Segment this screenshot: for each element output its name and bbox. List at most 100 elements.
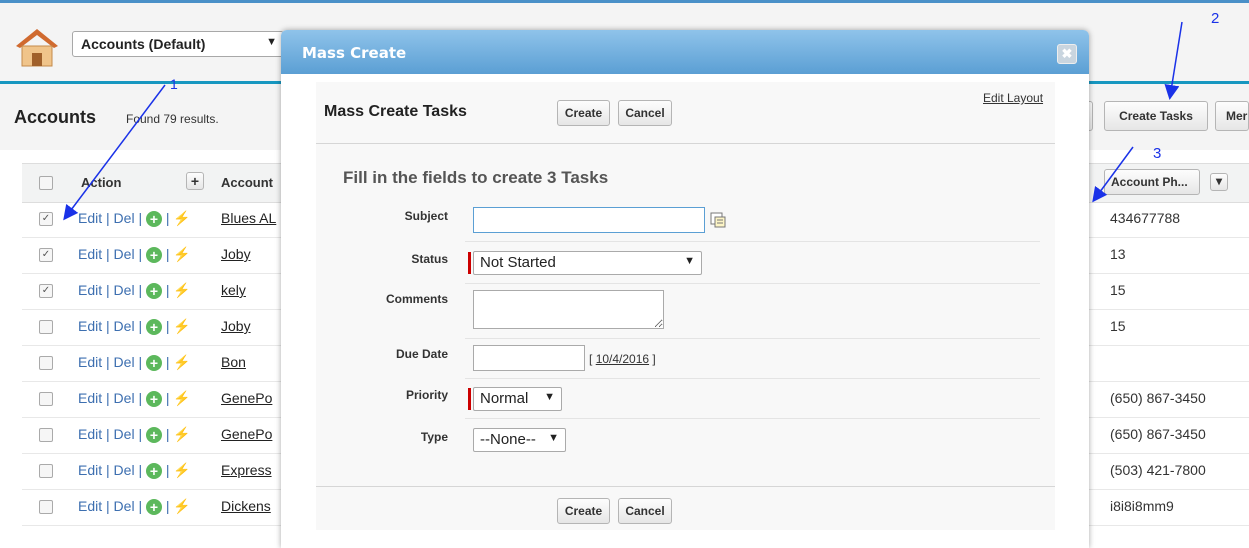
delete-link[interactable]: Del bbox=[114, 210, 135, 226]
create-tasks-button[interactable]: Create Tasks bbox=[1104, 101, 1208, 131]
due-date-input[interactable] bbox=[473, 345, 585, 371]
create-button-bottom[interactable]: Create bbox=[557, 498, 610, 524]
edit-link[interactable]: Edit bbox=[78, 390, 102, 406]
row-actions: Edit | Del | + | ⚡ bbox=[78, 462, 191, 480]
account-name-link[interactable]: Joby bbox=[221, 246, 251, 262]
edit-link[interactable]: Edit bbox=[78, 426, 102, 442]
chevron-down-icon: ▼ bbox=[548, 432, 559, 444]
column-menu-icon[interactable]: ▾ bbox=[1210, 173, 1228, 191]
add-circle-icon[interactable]: + bbox=[145, 283, 162, 300]
create-button-top[interactable]: Create bbox=[557, 100, 610, 126]
delete-link[interactable]: Del bbox=[114, 354, 135, 370]
account-name-link[interactable]: Express bbox=[221, 462, 272, 478]
section-divider bbox=[316, 143, 1055, 144]
add-column-icon[interactable]: + bbox=[186, 172, 204, 190]
row-actions: Edit | Del | + | ⚡ bbox=[78, 426, 191, 444]
row-actions: Edit | Del | + | ⚡ bbox=[78, 318, 191, 336]
row-checkbox[interactable] bbox=[39, 356, 53, 370]
edit-link[interactable]: Edit bbox=[78, 354, 102, 370]
add-circle-icon[interactable]: + bbox=[145, 247, 162, 264]
lightning-icon[interactable]: ⚡ bbox=[173, 354, 190, 370]
type-select[interactable]: --None-- ▼ bbox=[473, 428, 566, 452]
lightning-icon[interactable]: ⚡ bbox=[173, 210, 190, 226]
add-circle-icon[interactable]: + bbox=[145, 499, 162, 516]
lightning-icon[interactable]: ⚡ bbox=[173, 246, 190, 262]
chevron-down-icon: ▼ bbox=[544, 391, 555, 403]
account-name-link[interactable]: GenePo bbox=[221, 390, 272, 406]
lightning-icon[interactable]: ⚡ bbox=[173, 498, 190, 514]
add-circle-icon[interactable]: + bbox=[145, 427, 162, 444]
lightning-icon[interactable]: ⚡ bbox=[173, 462, 190, 478]
delete-link[interactable]: Del bbox=[114, 498, 135, 514]
account-name-link[interactable]: Dickens bbox=[221, 498, 271, 514]
delete-link[interactable]: Del bbox=[114, 462, 135, 478]
lightning-icon[interactable]: ⚡ bbox=[173, 426, 190, 442]
account-phone-column-header[interactable]: Account Ph... bbox=[1104, 169, 1200, 195]
cancel-button-top[interactable]: Cancel bbox=[618, 100, 672, 126]
row-checkbox[interactable] bbox=[39, 392, 53, 406]
row-checkbox[interactable] bbox=[39, 464, 53, 478]
bracket-close: ] bbox=[652, 352, 656, 366]
lightning-icon[interactable]: ⚡ bbox=[173, 318, 190, 334]
edit-link[interactable]: Edit bbox=[78, 210, 102, 226]
account-phone: (650) 867-3450 bbox=[1110, 390, 1206, 406]
add-circle-icon[interactable]: + bbox=[145, 463, 162, 480]
account-name-link[interactable]: Joby bbox=[221, 318, 251, 334]
cancel-button-bottom[interactable]: Cancel bbox=[618, 498, 672, 524]
edit-link[interactable]: Edit bbox=[78, 246, 102, 262]
edit-link[interactable]: Edit bbox=[78, 318, 102, 334]
row-checkbox[interactable] bbox=[39, 428, 53, 442]
add-circle-icon[interactable]: + bbox=[145, 355, 162, 372]
row-checkbox[interactable]: ✓ bbox=[39, 248, 53, 262]
comments-textarea[interactable] bbox=[473, 290, 664, 329]
row-checkbox[interactable] bbox=[39, 320, 53, 334]
add-circle-icon[interactable]: + bbox=[145, 391, 162, 408]
edit-layout-link[interactable]: Edit Layout bbox=[983, 91, 1043, 105]
account-name-link[interactable]: kely bbox=[221, 282, 246, 298]
required-indicator bbox=[468, 388, 471, 410]
dialog-heading: Mass Create Tasks bbox=[324, 103, 467, 120]
delete-link[interactable]: Del bbox=[114, 246, 135, 262]
page-title: Accounts bbox=[14, 107, 97, 127]
combobox-lookup-icon[interactable] bbox=[710, 212, 726, 228]
add-circle-icon[interactable]: + bbox=[145, 319, 162, 336]
account-column-header[interactable]: Account bbox=[221, 175, 273, 190]
edit-link[interactable]: Edit bbox=[78, 498, 102, 514]
status-select[interactable]: Not Started ▼ bbox=[473, 251, 702, 275]
delete-link[interactable]: Del bbox=[114, 282, 135, 298]
row-separator bbox=[465, 338, 1040, 339]
account-phone-header-label: Account Ph... bbox=[1111, 175, 1188, 189]
subject-input[interactable] bbox=[473, 207, 705, 233]
delete-link[interactable]: Del bbox=[114, 318, 135, 334]
delete-link[interactable]: Del bbox=[114, 390, 135, 406]
view-select-label: Accounts (Default) bbox=[81, 36, 206, 52]
comments-label: Comments bbox=[385, 292, 448, 306]
select-all-checkbox[interactable] bbox=[39, 176, 53, 190]
account-name-link[interactable]: GenePo bbox=[221, 426, 272, 442]
section-title: Fill in the fields to create 3 Tasks bbox=[343, 168, 609, 187]
edit-link[interactable]: Edit bbox=[78, 462, 102, 478]
row-checkbox[interactable] bbox=[39, 500, 53, 514]
row-separator bbox=[465, 283, 1040, 284]
row-actions: Edit | Del | + | ⚡ bbox=[78, 210, 191, 228]
edit-link[interactable]: Edit bbox=[78, 282, 102, 298]
add-circle-icon[interactable]: + bbox=[145, 211, 162, 228]
action-column-header: Action bbox=[81, 175, 122, 190]
row-checkbox[interactable]: ✓ bbox=[39, 284, 53, 298]
lightning-icon[interactable]: ⚡ bbox=[173, 282, 190, 298]
more-button[interactable]: Mer bbox=[1215, 101, 1249, 131]
today-date-link[interactable]: 10/4/2016 bbox=[596, 352, 649, 366]
row-separator bbox=[465, 418, 1040, 419]
view-select[interactable]: Accounts (Default) ▼ bbox=[72, 31, 284, 57]
delete-link[interactable]: Del bbox=[114, 426, 135, 442]
priority-select[interactable]: Normal ▼ bbox=[473, 387, 562, 411]
account-name-link[interactable]: Blues AL bbox=[221, 210, 276, 226]
lightning-icon[interactable]: ⚡ bbox=[173, 390, 190, 406]
subject-label: Subject bbox=[404, 209, 448, 223]
close-icon[interactable]: ✖ bbox=[1057, 44, 1077, 64]
row-separator bbox=[465, 378, 1040, 379]
account-phone: (650) 867-3450 bbox=[1110, 426, 1206, 442]
account-name-link[interactable]: Bon bbox=[221, 354, 246, 370]
row-checkbox[interactable]: ✓ bbox=[39, 212, 53, 226]
result-count: Found 79 results. bbox=[126, 112, 219, 126]
